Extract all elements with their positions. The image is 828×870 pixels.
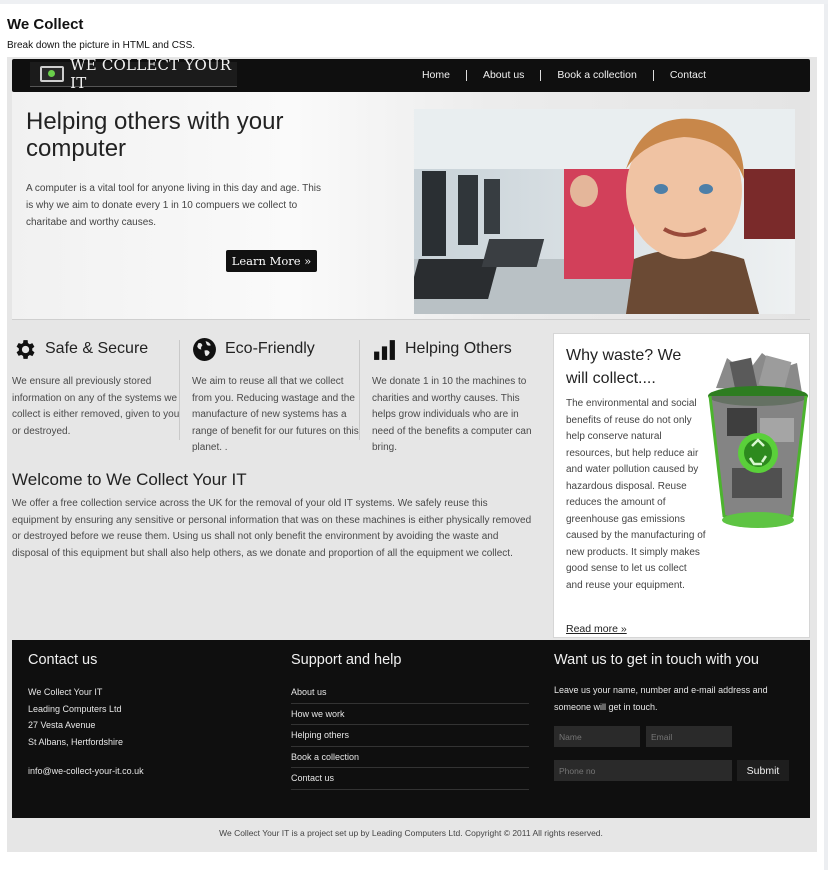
feature-title: Helping Others: [405, 340, 512, 357]
laptop-recycle-icon: [40, 66, 65, 82]
hero-text: A computer is a vital tool for anyone li…: [26, 183, 321, 228]
bar-chart-icon: [374, 339, 395, 360]
footer-get-in-touch: Want us to get in touch with you Leave u…: [554, 640, 804, 818]
page-title: We Collect: [7, 16, 84, 33]
footer-link-how-we-work[interactable]: How we work: [291, 704, 529, 725]
divider: [179, 340, 180, 440]
footer-link-contact-us[interactable]: Contact us: [291, 768, 529, 790]
address-line: St Albans, Hertfordshire: [28, 736, 124, 747]
nav-home[interactable]: Home: [406, 70, 466, 81]
phone-input[interactable]: [554, 760, 732, 781]
page-subtitle: Break down the picture in HTML and CSS.: [7, 40, 196, 51]
copyright: We Collect Your IT is a project set up b…: [219, 828, 603, 838]
address-line: Leading Computers Ltd: [28, 703, 122, 714]
panel-heading: Why waste? We will collect....: [566, 347, 682, 387]
footer-support-heading: Support and help: [291, 652, 402, 668]
email-input[interactable]: [646, 726, 732, 747]
address-line: We Collect Your IT: [28, 687, 103, 697]
top-strip: [0, 0, 828, 4]
nav-book-a-collection[interactable]: Book a collection: [540, 70, 652, 81]
footer-link-book-a-collection[interactable]: Book a collection: [291, 747, 529, 768]
footer-link-helping-others[interactable]: Helping others: [291, 725, 529, 747]
nav-contact[interactable]: Contact: [652, 70, 722, 81]
footer-support: Support and help About us How we work He…: [291, 640, 531, 790]
features: Safe & Secure We ensure all previously s…: [12, 334, 548, 464]
hero-heading: Helping others with your computer: [26, 108, 284, 162]
window-edge: [824, 4, 828, 870]
learn-more-button[interactable]: Learn More »: [226, 250, 317, 272]
footer-touch-text: Leave us your name, number and e-mail ad…: [554, 685, 768, 712]
why-waste-panel: Why waste? We will collect.... The envir…: [553, 333, 810, 638]
submit-button[interactable]: Submit: [737, 760, 789, 781]
nav-about-us[interactable]: About us: [465, 70, 540, 81]
footer-contact-heading: Contact us: [28, 652, 98, 668]
recycle-bin-image: [702, 348, 810, 538]
welcome-section: Welcome to We Collect Your IT We offer a…: [12, 470, 532, 562]
footer-link-about-us[interactable]: About us: [291, 682, 529, 704]
main-nav: Home About us Book a collection Contact: [406, 59, 722, 92]
hero-banner: Helping others with your computer A comp…: [12, 92, 810, 320]
feature-text: We aim to reuse all that we collect from…: [192, 376, 359, 453]
logo-text: WE COLLECT YOUR IT: [70, 56, 232, 92]
address-line: 27 Vesta Avenue: [28, 720, 96, 730]
welcome-heading: Welcome to We Collect Your IT: [12, 470, 247, 489]
feature-title: Safe & Secure: [45, 340, 149, 357]
footer-contact: Contact us We Collect Your IT Leading Co…: [28, 640, 258, 776]
panel-text: The environmental and social benefits of…: [566, 398, 706, 591]
globe-icon: [193, 337, 216, 361]
feature-text: We ensure all previously stored informat…: [12, 376, 180, 437]
read-more-link[interactable]: Read more »: [566, 623, 627, 635]
feature-safe-secure: Safe & Secure We ensure all previously s…: [12, 334, 182, 440]
navbar: WE COLLECT YOUR IT Home About us Book a …: [12, 56, 810, 92]
contact-email[interactable]: info@we-collect-your-it.co.uk: [28, 766, 258, 776]
feature-eco-friendly: Eco-Friendly We aim to reuse all that we…: [192, 334, 362, 457]
footer: Contact us We Collect Your IT Leading Co…: [12, 640, 810, 818]
logo[interactable]: WE COLLECT YOUR IT: [30, 56, 237, 92]
footer-touch-heading: Want us to get in touch with you: [554, 652, 759, 668]
feature-helping-others: Helping Others We donate 1 in 10 the mac…: [372, 334, 542, 457]
divider: [359, 340, 360, 440]
hero-photo: [414, 109, 795, 314]
gear-icon: [16, 339, 35, 359]
feature-text: We donate 1 in 10 the machines to charit…: [372, 376, 532, 453]
name-input[interactable]: [554, 726, 640, 747]
feature-title: Eco-Friendly: [225, 340, 315, 357]
welcome-text: We offer a free collection service acros…: [12, 498, 532, 559]
